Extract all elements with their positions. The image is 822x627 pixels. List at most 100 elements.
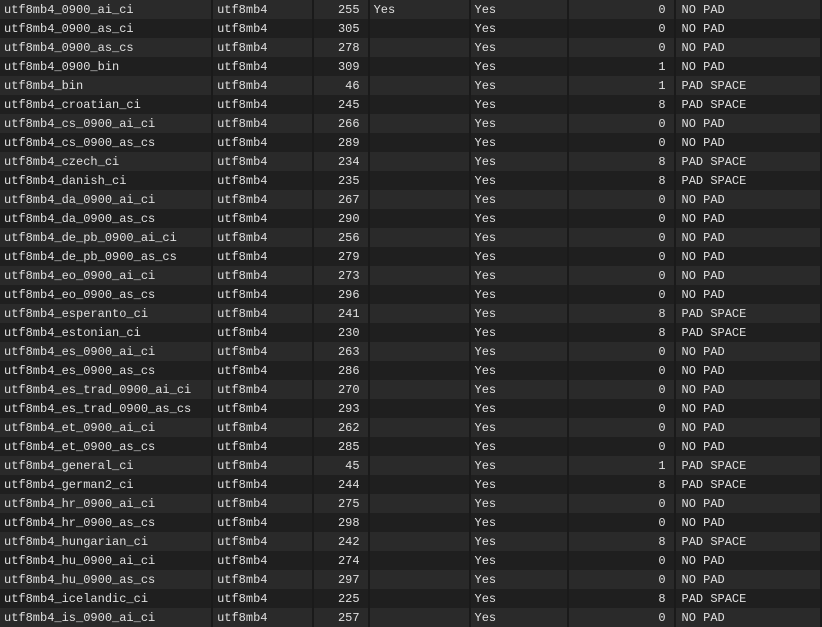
cell-id: 242 bbox=[313, 532, 369, 551]
cell-id: 278 bbox=[313, 38, 369, 57]
table-row[interactable]: utf8mb4_is_0900_ai_ciutf8mb4257Yes0NO PA… bbox=[0, 608, 821, 627]
cell-id: 46 bbox=[313, 76, 369, 95]
cell-pad: NO PAD bbox=[675, 513, 821, 532]
cell-charset: utf8mb4 bbox=[212, 38, 313, 57]
table-row[interactable]: utf8mb4_hu_0900_ai_ciutf8mb4274Yes0NO PA… bbox=[0, 551, 821, 570]
cell-charset: utf8mb4 bbox=[212, 323, 313, 342]
cell-id: 267 bbox=[313, 190, 369, 209]
table-row[interactable]: utf8mb4_danish_ciutf8mb4235Yes8PAD SPACE bbox=[0, 171, 821, 190]
table-row[interactable]: utf8mb4_et_0900_ai_ciutf8mb4262Yes0NO PA… bbox=[0, 418, 821, 437]
cell-collation-name: utf8mb4_es_trad_0900_as_cs bbox=[0, 399, 212, 418]
cell-compiled: Yes bbox=[470, 361, 569, 380]
cell-compiled: Yes bbox=[470, 399, 569, 418]
cell-charset: utf8mb4 bbox=[212, 475, 313, 494]
cell-compiled: Yes bbox=[470, 418, 569, 437]
cell-sortlen: 0 bbox=[568, 494, 674, 513]
table-row[interactable]: utf8mb4_general_ciutf8mb445Yes1PAD SPACE bbox=[0, 456, 821, 475]
cell-charset: utf8mb4 bbox=[212, 209, 313, 228]
cell-default bbox=[369, 76, 470, 95]
table-row[interactable]: utf8mb4_icelandic_ciutf8mb4225Yes8PAD SP… bbox=[0, 589, 821, 608]
cell-id: 230 bbox=[313, 323, 369, 342]
cell-sortlen: 8 bbox=[568, 589, 674, 608]
cell-compiled: Yes bbox=[470, 304, 569, 323]
cell-default bbox=[369, 209, 470, 228]
table-row[interactable]: utf8mb4_0900_as_csutf8mb4278Yes0NO PAD bbox=[0, 38, 821, 57]
table-row[interactable]: utf8mb4_es_trad_0900_ai_ciutf8mb4270Yes0… bbox=[0, 380, 821, 399]
cell-compiled: Yes bbox=[470, 285, 569, 304]
cell-collation-name: utf8mb4_czech_ci bbox=[0, 152, 212, 171]
cell-charset: utf8mb4 bbox=[212, 247, 313, 266]
cell-collation-name: utf8mb4_hungarian_ci bbox=[0, 532, 212, 551]
table-row[interactable]: utf8mb4_es_0900_as_csutf8mb4286Yes0NO PA… bbox=[0, 361, 821, 380]
cell-sortlen: 0 bbox=[568, 399, 674, 418]
cell-compiled: Yes bbox=[470, 494, 569, 513]
cell-pad: NO PAD bbox=[675, 285, 821, 304]
table-row[interactable]: utf8mb4_0900_ai_ciutf8mb4255YesYes0NO PA… bbox=[0, 0, 821, 19]
cell-default bbox=[369, 418, 470, 437]
cell-default bbox=[369, 589, 470, 608]
cell-pad: PAD SPACE bbox=[675, 95, 821, 114]
cell-collation-name: utf8mb4_de_pb_0900_as_cs bbox=[0, 247, 212, 266]
table-row[interactable]: utf8mb4_czech_ciutf8mb4234Yes8PAD SPACE bbox=[0, 152, 821, 171]
cell-charset: utf8mb4 bbox=[212, 19, 313, 38]
cell-charset: utf8mb4 bbox=[212, 532, 313, 551]
cell-charset: utf8mb4 bbox=[212, 171, 313, 190]
table-row[interactable]: utf8mb4_eo_0900_ai_ciutf8mb4273Yes0NO PA… bbox=[0, 266, 821, 285]
table-row[interactable]: utf8mb4_da_0900_as_csutf8mb4290Yes0NO PA… bbox=[0, 209, 821, 228]
table-row[interactable]: utf8mb4_hu_0900_as_csutf8mb4297Yes0NO PA… bbox=[0, 570, 821, 589]
cell-collation-name: utf8mb4_de_pb_0900_ai_ci bbox=[0, 228, 212, 247]
cell-charset: utf8mb4 bbox=[212, 551, 313, 570]
cell-collation-name: utf8mb4_icelandic_ci bbox=[0, 589, 212, 608]
table-row[interactable]: utf8mb4_eo_0900_as_csutf8mb4296Yes0NO PA… bbox=[0, 285, 821, 304]
cell-sortlen: 0 bbox=[568, 133, 674, 152]
table-row[interactable]: utf8mb4_hungarian_ciutf8mb4242Yes8PAD SP… bbox=[0, 532, 821, 551]
cell-default bbox=[369, 152, 470, 171]
cell-collation-name: utf8mb4_da_0900_as_cs bbox=[0, 209, 212, 228]
cell-compiled: Yes bbox=[470, 57, 569, 76]
table-row[interactable]: utf8mb4_esperanto_ciutf8mb4241Yes8PAD SP… bbox=[0, 304, 821, 323]
cell-default bbox=[369, 494, 470, 513]
cell-charset: utf8mb4 bbox=[212, 133, 313, 152]
cell-compiled: Yes bbox=[470, 570, 569, 589]
cell-pad: PAD SPACE bbox=[675, 76, 821, 95]
table-row[interactable]: utf8mb4_da_0900_ai_ciutf8mb4267Yes0NO PA… bbox=[0, 190, 821, 209]
cell-default bbox=[369, 380, 470, 399]
cell-sortlen: 0 bbox=[568, 513, 674, 532]
table-row[interactable]: utf8mb4_0900_as_ciutf8mb4305Yes0NO PAD bbox=[0, 19, 821, 38]
table-row[interactable]: utf8mb4_german2_ciutf8mb4244Yes8PAD SPAC… bbox=[0, 475, 821, 494]
table-row[interactable]: utf8mb4_de_pb_0900_ai_ciutf8mb4256Yes0NO… bbox=[0, 228, 821, 247]
table-row[interactable]: utf8mb4_hr_0900_ai_ciutf8mb4275Yes0NO PA… bbox=[0, 494, 821, 513]
cell-compiled: Yes bbox=[470, 513, 569, 532]
cell-sortlen: 1 bbox=[568, 76, 674, 95]
table-row[interactable]: utf8mb4_es_trad_0900_as_csutf8mb4293Yes0… bbox=[0, 399, 821, 418]
cell-compiled: Yes bbox=[470, 0, 569, 19]
cell-charset: utf8mb4 bbox=[212, 285, 313, 304]
cell-charset: utf8mb4 bbox=[212, 76, 313, 95]
cell-charset: utf8mb4 bbox=[212, 95, 313, 114]
table-row[interactable]: utf8mb4_croatian_ciutf8mb4245Yes8PAD SPA… bbox=[0, 95, 821, 114]
table-row[interactable]: utf8mb4_hr_0900_as_csutf8mb4298Yes0NO PA… bbox=[0, 513, 821, 532]
table-row[interactable]: utf8mb4_estonian_ciutf8mb4230Yes8PAD SPA… bbox=[0, 323, 821, 342]
table-row[interactable]: utf8mb4_de_pb_0900_as_csutf8mb4279Yes0NO… bbox=[0, 247, 821, 266]
table-row[interactable]: utf8mb4_cs_0900_ai_ciutf8mb4266Yes0NO PA… bbox=[0, 114, 821, 133]
cell-sortlen: 8 bbox=[568, 95, 674, 114]
cell-id: 290 bbox=[313, 209, 369, 228]
collation-table: utf8mb4_0900_ai_ciutf8mb4255YesYes0NO PA… bbox=[0, 0, 822, 627]
cell-id: 297 bbox=[313, 570, 369, 589]
cell-default bbox=[369, 19, 470, 38]
cell-collation-name: utf8mb4_general_ci bbox=[0, 456, 212, 475]
cell-sortlen: 0 bbox=[568, 342, 674, 361]
table-row[interactable]: utf8mb4_binutf8mb446Yes1PAD SPACE bbox=[0, 76, 821, 95]
cell-pad: PAD SPACE bbox=[675, 152, 821, 171]
cell-compiled: Yes bbox=[470, 532, 569, 551]
cell-collation-name: utf8mb4_cs_0900_ai_ci bbox=[0, 114, 212, 133]
cell-id: 286 bbox=[313, 361, 369, 380]
cell-collation-name: utf8mb4_hu_0900_ai_ci bbox=[0, 551, 212, 570]
table-row[interactable]: utf8mb4_cs_0900_as_csutf8mb4289Yes0NO PA… bbox=[0, 133, 821, 152]
table-row[interactable]: utf8mb4_0900_binutf8mb4309Yes1NO PAD bbox=[0, 57, 821, 76]
table-row[interactable]: utf8mb4_es_0900_ai_ciutf8mb4263Yes0NO PA… bbox=[0, 342, 821, 361]
cell-id: 263 bbox=[313, 342, 369, 361]
cell-charset: utf8mb4 bbox=[212, 456, 313, 475]
cell-default bbox=[369, 513, 470, 532]
table-row[interactable]: utf8mb4_et_0900_as_csutf8mb4285Yes0NO PA… bbox=[0, 437, 821, 456]
